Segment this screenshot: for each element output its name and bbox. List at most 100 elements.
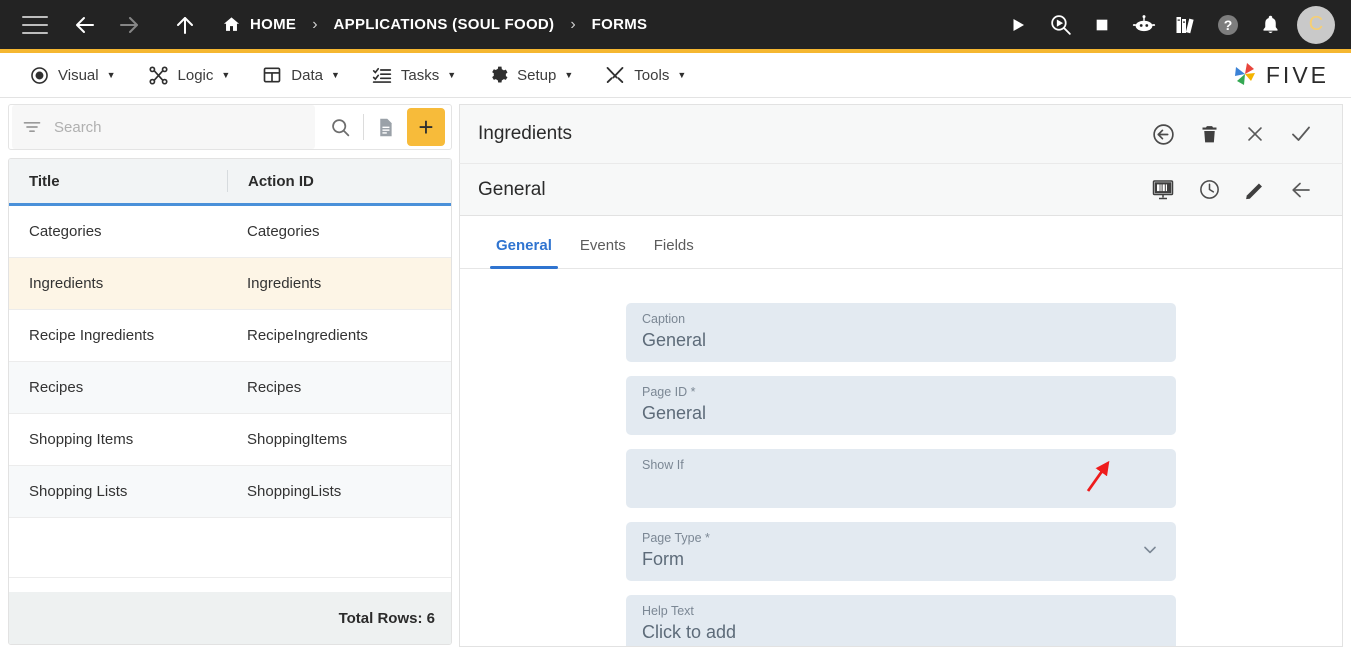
field-label-help-text: Help Text <box>642 604 694 618</box>
table-row[interactable]: Shopping Lists ShoppingLists <box>9 466 451 518</box>
field-value-show-if <box>642 473 1160 499</box>
svg-text:?: ? <box>1224 17 1233 33</box>
table-row[interactable]: Recipes Recipes <box>9 362 451 414</box>
breadcrumb-label-applications: APPLICATIONS (SOUL FOOD) <box>333 16 555 33</box>
menu-visual-label: Visual <box>58 66 99 84</box>
top-navigation-bar: HOME › APPLICATIONS (SOUL FOOD) › FORMS <box>0 0 1351 49</box>
menu-visual[interactable]: Visual ▼ <box>14 53 132 97</box>
close-x-icon[interactable] <box>1232 111 1278 157</box>
eye-icon <box>30 66 49 85</box>
chevron-down-icon: ▼ <box>564 70 574 80</box>
stop-icon[interactable] <box>1081 4 1123 46</box>
menu-tools[interactable]: Tools ▼ <box>589 53 702 97</box>
chevron-down-icon[interactable] <box>1140 539 1160 564</box>
page-title: Ingredients <box>478 123 573 144</box>
table-row[interactable]: Categories Categories <box>9 206 451 258</box>
search-field-wrapper[interactable] <box>12 105 315 149</box>
column-header-title[interactable]: Title <box>9 173 227 190</box>
chevron-down-icon: ▼ <box>221 70 231 80</box>
tab-fields[interactable]: Fields <box>640 237 708 268</box>
display-preview-icon[interactable] <box>1140 167 1186 213</box>
table-grid-icon <box>262 65 282 85</box>
topbar-actions: ? C <box>997 4 1351 46</box>
tools-icon <box>605 65 625 85</box>
field-page-id[interactable]: Page ID * General <box>626 376 1176 435</box>
add-form-button[interactable]: + <box>407 108 445 146</box>
forms-list-panel: + Title Action ID Categories Categories … <box>8 104 452 647</box>
field-show-if[interactable]: Show If <box>626 449 1176 508</box>
five-wordmark: FIVE <box>1265 61 1329 88</box>
search-input[interactable] <box>54 118 315 136</box>
menu-setup[interactable]: Setup ▼ <box>472 53 589 97</box>
menu-setup-label: Setup <box>517 66 557 84</box>
field-caption[interactable]: Caption General <box>626 303 1176 362</box>
field-label-page-id: Page ID * <box>642 385 696 399</box>
document-icon[interactable] <box>364 116 407 139</box>
menu-tasks[interactable]: Tasks ▼ <box>356 53 472 97</box>
history-clock-icon[interactable] <box>1186 167 1232 213</box>
field-label-show-if: Show If <box>642 458 684 472</box>
help-icon[interactable]: ? <box>1207 4 1249 46</box>
five-brand-logo: FIVE <box>1231 61 1329 89</box>
flow-nodes-icon <box>148 65 169 86</box>
preview-search-icon[interactable] <box>1039 4 1081 46</box>
field-value-caption: General <box>642 330 707 350</box>
docs-books-icon[interactable] <box>1165 4 1207 46</box>
save-check-icon[interactable] <box>1278 111 1324 157</box>
menu-tasks-label: Tasks <box>400 66 440 84</box>
chatbot-icon[interactable] <box>1123 4 1165 46</box>
up-arrow-icon[interactable] <box>168 8 202 42</box>
general-form: Caption General Page ID * General Show I… <box>460 269 1342 646</box>
back-arrow-icon[interactable] <box>1278 167 1324 213</box>
gear-icon <box>488 65 508 85</box>
cell-title: Recipe Ingredients <box>29 327 155 344</box>
breadcrumb-label-forms: FORMS <box>591 16 648 33</box>
back-arrow-icon[interactable] <box>68 8 102 42</box>
breadcrumb: HOME › APPLICATIONS (SOUL FOOD) › FORMS <box>222 15 647 34</box>
field-help-text[interactable]: Help Text Click to add <box>626 595 1176 646</box>
table-row[interactable]: Shopping Items ShoppingItems <box>9 414 451 466</box>
table-row-selected[interactable]: Ingredients Ingredients <box>9 258 451 310</box>
forms-table: Title Action ID Categories Categories In… <box>8 158 452 645</box>
field-value-help-text: Click to add <box>642 622 737 642</box>
menu-data-label: Data <box>291 66 323 84</box>
breadcrumb-label-home: HOME <box>250 16 297 33</box>
back-circle-icon[interactable] <box>1140 111 1186 157</box>
run-icon[interactable] <box>997 4 1039 46</box>
cell-action-id: Categories <box>247 223 320 240</box>
search-icon[interactable] <box>318 117 363 138</box>
breadcrumb-item-applications[interactable]: APPLICATIONS (SOUL FOOD) <box>334 16 555 33</box>
notifications-bell-icon[interactable] <box>1249 4 1291 46</box>
search-toolbar: + <box>8 104 452 150</box>
cell-action-id: Recipes <box>247 379 302 396</box>
breadcrumb-item-forms[interactable]: FORMS <box>592 16 648 33</box>
edit-pencil-icon[interactable] <box>1232 167 1278 213</box>
breadcrumb-item-home[interactable]: HOME <box>222 15 296 34</box>
menu-data[interactable]: Data ▼ <box>246 53 356 97</box>
editor-body: General Events Fields Caption General Pa… <box>459 216 1343 647</box>
menu-logic[interactable]: Logic ▼ <box>132 53 247 97</box>
cell-action-id: ShoppingLists <box>247 483 342 500</box>
forward-arrow-icon[interactable] <box>112 8 146 42</box>
delete-trash-icon[interactable] <box>1186 111 1232 157</box>
section-header-actions <box>1140 167 1324 213</box>
field-value-page-id: General <box>642 403 707 423</box>
cell-title: Shopping Lists <box>29 483 128 500</box>
field-value-page-type: Form <box>642 549 684 569</box>
cell-title: Shopping Items <box>29 431 134 448</box>
application-menu-bar: Visual ▼ Logic ▼ Data ▼ Tasks ▼ Setup ▼ … <box>0 53 1351 98</box>
field-page-type[interactable]: Page Type * Form <box>626 522 1176 581</box>
editor-tabs: General Events Fields <box>460 216 1342 269</box>
hamburger-menu-icon[interactable] <box>22 15 48 34</box>
filter-icon[interactable] <box>22 117 42 137</box>
table-header-row: Title Action ID <box>9 159 451 206</box>
tab-general[interactable]: General <box>482 237 566 269</box>
cell-title: Ingredients <box>29 275 104 292</box>
five-pinwheel-icon <box>1234 63 1255 85</box>
table-row[interactable]: Recipe Ingredients RecipeIngredients <box>9 310 451 362</box>
column-header-action-id[interactable]: Action ID <box>227 170 314 192</box>
tab-events[interactable]: Events <box>566 237 640 268</box>
avatar[interactable]: C <box>1297 5 1335 44</box>
field-label-page-type: Page Type * <box>642 531 710 545</box>
breadcrumb-separator: › <box>312 15 318 33</box>
